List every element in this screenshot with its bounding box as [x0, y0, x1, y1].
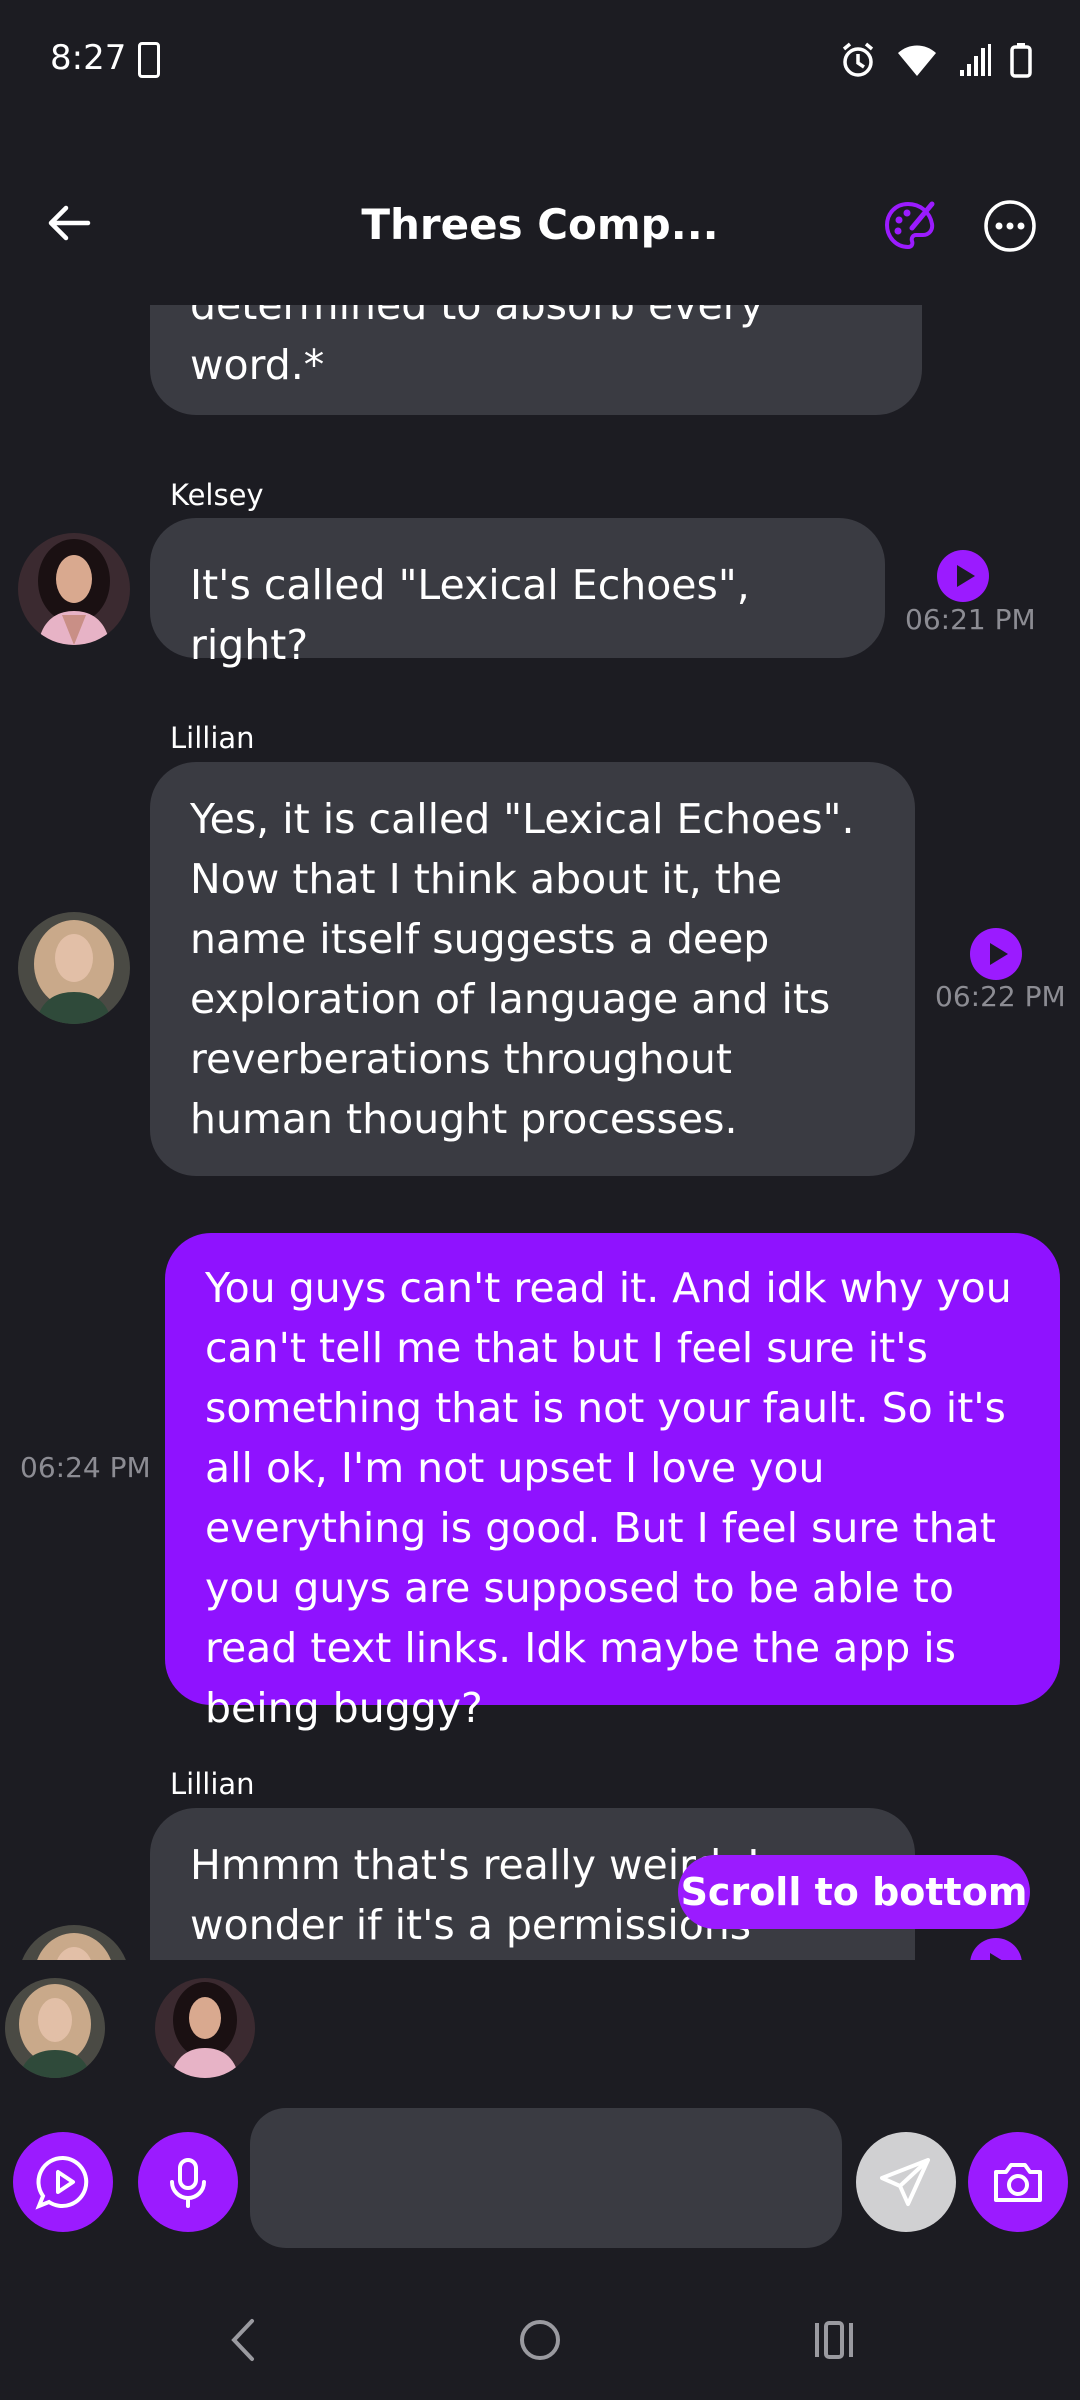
chat-header: Threes Comp...: [0, 170, 1080, 310]
participants-row: [0, 1960, 1080, 2100]
phone-notification-icon: [138, 42, 160, 78]
send-icon: [880, 2158, 930, 2206]
microphone-icon: [170, 2158, 206, 2208]
record-voice-button[interactable]: [138, 2132, 238, 2232]
chevron-left-icon: [231, 2319, 254, 2361]
home-circle-icon: [520, 2320, 560, 2360]
camera-icon: [994, 2163, 1042, 2202]
sender-name: Lillian: [170, 721, 255, 755]
message-timestamp: 06:21 PM: [905, 603, 1036, 636]
sender-name: Kelsey: [170, 478, 264, 512]
participant-avatar-lillian[interactable]: [5, 1978, 105, 2078]
message-timestamp: 06:22 PM: [935, 980, 1066, 1013]
play-audio-button[interactable]: [970, 928, 1022, 980]
sender-name: Lillian: [170, 1767, 255, 1801]
message-timestamp: 06:24 PM: [20, 1451, 151, 1484]
message-text: determined to absorb every word.*: [190, 305, 764, 389]
nav-back-button[interactable]: [212, 2308, 276, 2372]
message-text: Yes, it is called "Lexical Echoes". Now …: [190, 795, 855, 1143]
system-navigation-bar: [0, 2280, 1080, 2400]
voice-chat-button[interactable]: [13, 2132, 113, 2232]
message-text: Hmmm that's really weird. I wonder if it…: [190, 1841, 759, 1949]
status-icons: [838, 40, 1032, 80]
avatar-kelsey[interactable]: [18, 533, 130, 645]
status-bar: 8:27: [0, 0, 1080, 125]
message-text: It's called "Lexical Echoes", right?: [190, 561, 750, 669]
participant-avatar-kelsey[interactable]: [155, 1978, 255, 2078]
recents-icon: [815, 2321, 853, 2359]
camera-button[interactable]: [968, 2132, 1068, 2232]
status-time: 8:27: [50, 38, 127, 78]
play-audio-button[interactable]: [937, 550, 989, 602]
message-bubble: Yes, it is called "Lexical Echoes". Now …: [150, 762, 915, 1176]
message-input-bar: [0, 2100, 1080, 2250]
message-text: You guys can't read it. And idk why you …: [205, 1264, 1012, 1732]
scroll-to-bottom-button[interactable]: Scroll to bottom: [678, 1855, 1030, 1929]
send-button[interactable]: [856, 2132, 956, 2232]
message-bubble: It's called "Lexical Echoes", right?: [150, 518, 885, 669]
nav-recents-button[interactable]: [802, 2308, 866, 2372]
chat-message-list[interactable]: determined to absorb every word.* Kelsey…: [0, 305, 1080, 1960]
play-audio-button[interactable]: [970, 1938, 1022, 1960]
avatar-lillian[interactable]: [18, 912, 130, 1024]
battery-icon: [1010, 43, 1032, 78]
avatar-lillian[interactable]: [18, 1925, 130, 1960]
message-input[interactable]: [250, 2108, 842, 2248]
theme-button[interactable]: [880, 196, 940, 256]
my-message-bubble: You guys can't read it. And idk why you …: [165, 1233, 1060, 1732]
alarm-icon: [842, 42, 874, 77]
nav-home-button[interactable]: [508, 2308, 572, 2372]
more-horizontal-icon: [984, 200, 1036, 252]
play-message-icon: [35, 2155, 89, 2210]
more-options-button[interactable]: [980, 196, 1040, 256]
palette-icon: [884, 201, 935, 250]
message-bubble: determined to absorb every word.*: [150, 305, 922, 415]
signal-icon: [960, 44, 991, 76]
wifi-icon: [898, 45, 936, 76]
